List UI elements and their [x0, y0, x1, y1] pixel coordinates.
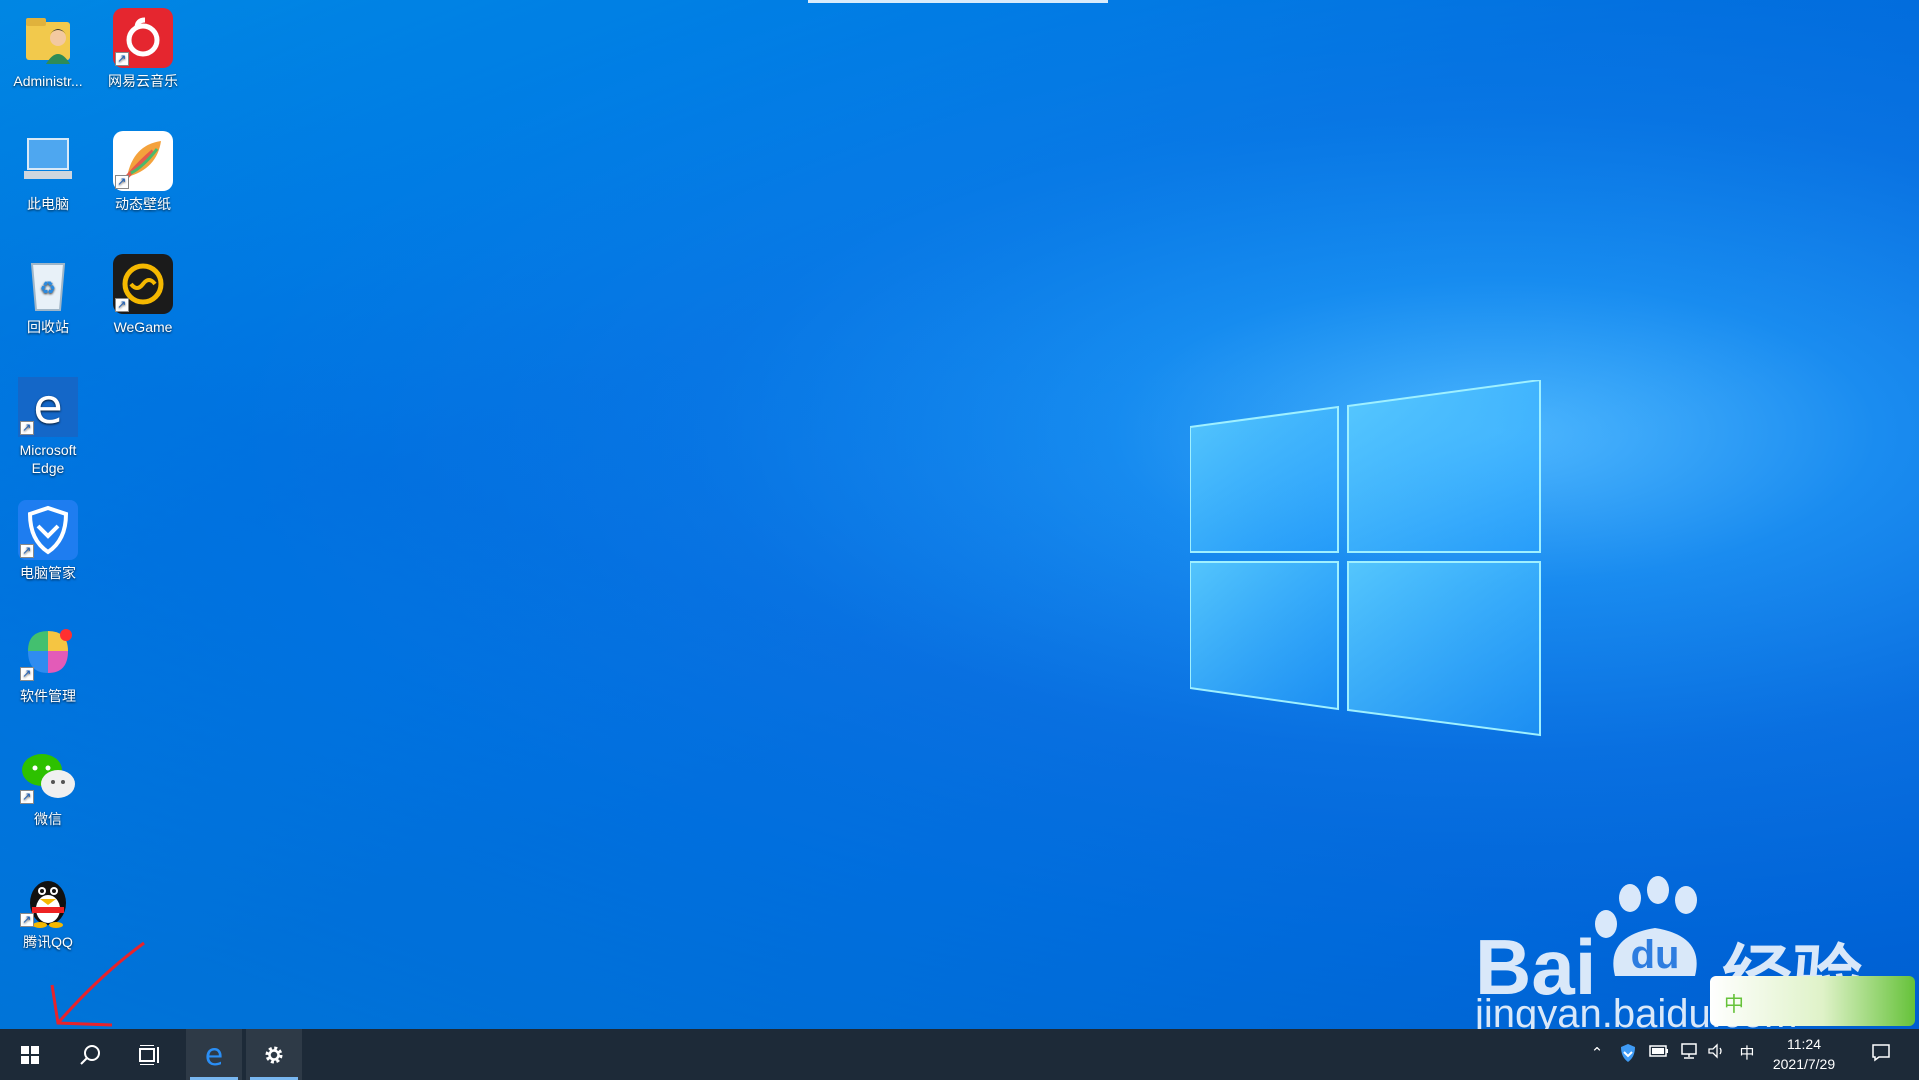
pc-manager-icon: [18, 500, 78, 560]
shortcut-arrow-icon: [115, 50, 129, 68]
desktop-icon-administrator[interactable]: Administr...: [0, 0, 96, 90]
edge-icon: e: [205, 1041, 223, 1069]
clock-time: 11:24: [1787, 1036, 1821, 1052]
desktop-icon-label: 微信: [34, 811, 62, 827]
dynamic-wallpaper-icon: [113, 131, 173, 191]
software-manager-icon: [18, 623, 78, 683]
task-view-button[interactable]: [122, 1029, 178, 1080]
desktop-icon-microsoft-edge[interactable]: e Microsoft Edge: [0, 369, 96, 477]
desktop: Administr... 网易云音乐 此电脑: [0, 0, 1919, 1029]
svg-text:e: e: [205, 1041, 223, 1069]
search-button[interactable]: [62, 1029, 118, 1080]
shortcut-arrow-icon: [20, 419, 34, 437]
shortcut-arrow-icon: [20, 911, 34, 929]
volume-icon[interactable]: [1706, 1043, 1728, 1065]
desktop-icon-recycle-bin[interactable]: ♻ 回收站: [0, 246, 96, 336]
notification-icon: [1872, 1044, 1890, 1062]
qq-icon: [18, 869, 78, 929]
shortcut-arrow-icon: [115, 296, 129, 314]
desktop-icon-label: Microsoft Edge: [19, 442, 77, 476]
watermark-paw-text: du: [1631, 933, 1680, 977]
desktop-icon-dynamic-wallpaper[interactable]: 动态壁纸: [95, 123, 191, 213]
user-folder-icon: [18, 8, 78, 68]
shortcut-arrow-icon: [20, 665, 34, 683]
taskbar-clock[interactable]: 11:24 2021/7/29: [1759, 1034, 1849, 1074]
desktop-icon-wegame[interactable]: WeGame: [95, 246, 191, 336]
clock-date: 2021/7/29: [1772, 1056, 1836, 1072]
search-icon: [80, 1044, 100, 1065]
baidu-paw-icon: du: [1595, 876, 1697, 977]
desktop-icon-label: Administr...: [13, 73, 83, 89]
windows-wallpaper-logo: [1190, 380, 1541, 737]
netease-music-icon: [113, 8, 173, 68]
desktop-icon-label: 网易云音乐: [108, 73, 178, 89]
annotation-arrow: [50, 941, 145, 1027]
desktop-icon-label: 动态壁纸: [115, 196, 171, 212]
gear-icon: [265, 1046, 283, 1063]
desktop-icon-wechat[interactable]: 微信: [0, 738, 96, 828]
shortcut-arrow-icon: [20, 788, 34, 806]
show-hidden-icons-chevron-icon[interactable]: ⌃: [1586, 1043, 1608, 1065]
shortcut-arrow-icon: [115, 173, 129, 191]
edge-icon: e: [18, 377, 78, 437]
desktop-icon-label: 此电脑: [27, 196, 69, 212]
battery-icon[interactable]: [1648, 1043, 1670, 1065]
start-button[interactable]: [2, 1029, 58, 1080]
watermark-leaf-badge: 中: [1710, 976, 1915, 1026]
this-pc-icon: [18, 131, 78, 191]
action-center-button[interactable]: [1870, 1042, 1892, 1064]
ime-indicator[interactable]: 中: [1736, 1043, 1758, 1065]
windows-icon: [21, 1045, 39, 1064]
desktop-icon-label: WeGame: [113, 319, 173, 335]
pc-manager-tray-icon[interactable]: [1617, 1043, 1639, 1065]
taskbar: e ⌃ 中 11:24 2021/7/29: [0, 1029, 1919, 1080]
desktop-icon-this-pc[interactable]: 此电脑: [0, 123, 96, 213]
top-window-edge: [808, 0, 1108, 3]
desktop-icon-label: 软件管理: [20, 688, 76, 704]
desktop-icon-pc-manager[interactable]: 电脑管家: [0, 492, 96, 582]
desktop-icon-netease-music[interactable]: 网易云音乐: [95, 0, 191, 90]
desktop-icon-software-manager[interactable]: 软件管理: [0, 615, 96, 705]
svg-text:e: e: [33, 379, 63, 435]
wegame-icon: [113, 254, 173, 314]
recycle-bin-icon: ♻: [18, 254, 78, 314]
wechat-icon: [18, 746, 78, 806]
settings-taskbar-button[interactable]: [246, 1029, 302, 1080]
watermark-badge-text: 中: [1724, 994, 1744, 1016]
desktop-icon-label: 回收站: [27, 319, 69, 335]
network-icon[interactable]: [1678, 1043, 1700, 1065]
shortcut-arrow-icon: [20, 542, 34, 560]
task-view-icon: [139, 1044, 159, 1065]
svg-text:♻: ♻: [40, 278, 56, 298]
edge-taskbar-button[interactable]: e: [186, 1029, 242, 1080]
desktop-icon-label: 电脑管家: [20, 565, 76, 581]
